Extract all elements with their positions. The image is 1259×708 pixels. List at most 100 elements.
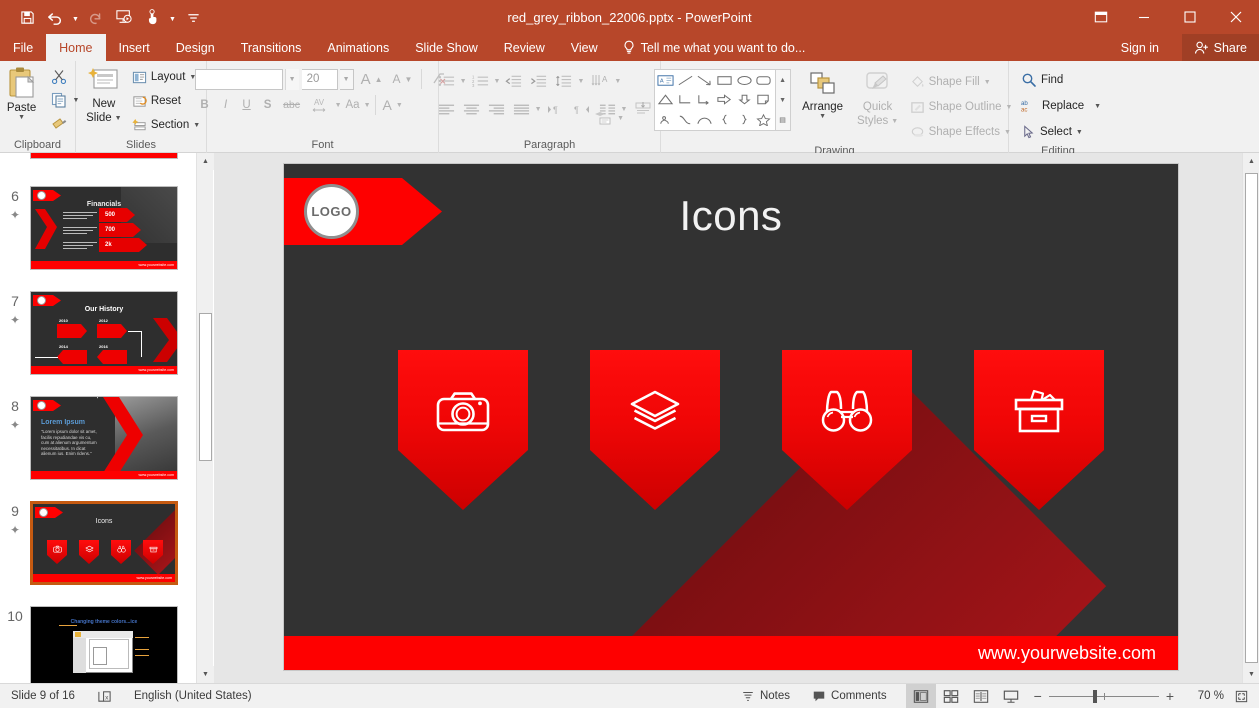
thumbnail-item-10[interactable]: 10 Changing theme colors...ice [0, 606, 196, 683]
strikethrough-button[interactable]: abc [279, 94, 305, 116]
canvas-scroll-down-icon[interactable]: ▼ [1243, 666, 1259, 683]
shapes-scroll-up-icon[interactable]: ▲ [776, 70, 790, 90]
shape-elbow-arrow-icon[interactable] [695, 90, 715, 109]
zoom-knob[interactable] [1093, 690, 1097, 703]
undo-icon[interactable] [42, 4, 68, 30]
shape-oval-icon[interactable] [734, 71, 754, 90]
change-case-button[interactable]: Aa [343, 94, 363, 116]
tab-design[interactable]: Design [163, 34, 228, 61]
shape-effects-button[interactable]: Shape Effects ▼ [907, 121, 1016, 143]
shape-fill-button[interactable]: Shape Fill ▼ [907, 71, 1016, 93]
text-shadow-button[interactable]: S [258, 94, 278, 116]
quick-styles-button[interactable]: Quick Styles ▼ [855, 69, 901, 127]
shape-arrow-icon[interactable] [695, 71, 715, 90]
canvas-vertical-scrollbar[interactable]: ▲ ▼ [1242, 153, 1259, 683]
shape-fill-dropdown-icon[interactable]: ▼ [984, 79, 991, 86]
font-name-dropdown-icon[interactable]: ▼ [285, 69, 299, 90]
icon-pennant-camera[interactable] [398, 350, 528, 510]
shape-curve-icon[interactable] [675, 110, 695, 129]
smartart-dropdown-icon[interactable]: ▼ [617, 115, 624, 122]
thumbnail-item-8[interactable]: 8 ✦ Lorem Ipsum "Lorem ipsum dolor sit a… [0, 396, 196, 480]
new-slide-button[interactable]: New Slide ▼ [79, 64, 129, 124]
reset-button[interactable]: Reset [129, 90, 203, 112]
touch-mode-icon[interactable] [139, 4, 165, 30]
thumbnail-item-6[interactable]: 6 ✦ Financials 500 700 2k www.yourwebsit… [0, 186, 196, 270]
line-spacing-button[interactable] [552, 70, 575, 92]
slide-sorter-view-button[interactable] [936, 684, 966, 708]
center-button[interactable] [460, 98, 483, 120]
sign-in-button[interactable]: Sign in [1113, 34, 1167, 61]
ltr-button[interactable]: ¶ [544, 98, 568, 120]
new-slide-dropdown-icon[interactable]: ▼ [115, 115, 122, 122]
select-button[interactable]: Select ▼ [1018, 121, 1086, 143]
character-spacing-button[interactable]: AV [306, 94, 334, 116]
thumbnail-scroll-thumb[interactable] [199, 313, 212, 461]
redo-icon[interactable] [83, 4, 109, 30]
zoom-percentage[interactable]: 70 % [1182, 690, 1224, 702]
section-button[interactable]: Section ▼ [129, 114, 203, 136]
shape-right-arrow-icon[interactable] [715, 90, 735, 109]
font-name-input[interactable] [195, 69, 283, 90]
slide-editing-surface[interactable]: LOGO Icons [284, 164, 1178, 670]
icon-pennant-layers[interactable] [590, 350, 720, 510]
replace-button[interactable]: abac Replace ▼ [1018, 95, 1104, 117]
shapes-gallery[interactable]: A [654, 69, 776, 131]
tab-view[interactable]: View [558, 34, 611, 61]
tell-me-search[interactable]: Tell me what you want to do... [611, 34, 818, 61]
shape-textbox-icon[interactable]: A [656, 71, 676, 90]
layout-button[interactable]: Layout ▼ [129, 66, 203, 88]
notes-button[interactable]: Notes [730, 684, 801, 708]
slide-show-view-button[interactable] [996, 684, 1026, 708]
start-presentation-icon[interactable] [111, 4, 137, 30]
shape-rectangle-icon[interactable] [715, 71, 735, 90]
normal-view-button[interactable] [906, 684, 936, 708]
icon-pennant-archive-box[interactable] [974, 350, 1104, 510]
maximize-icon[interactable] [1167, 0, 1213, 34]
find-button[interactable]: Find [1018, 69, 1066, 91]
zoom-out-button[interactable]: − [1034, 688, 1042, 704]
shape-outline-button[interactable]: Shape Outline ▼ [907, 96, 1016, 118]
zoom-track[interactable] [1049, 696, 1159, 697]
format-painter-button[interactable] [48, 112, 80, 134]
share-button[interactable]: Share [1182, 34, 1259, 61]
thumbnail-scroll-up-icon[interactable]: ▲ [197, 153, 214, 170]
tab-transitions[interactable]: Transitions [228, 34, 315, 61]
arrange-button[interactable]: Arrange ▼ [797, 69, 849, 120]
slide-title[interactable]: Icons [284, 192, 1178, 240]
thumbnail-item-9[interactable]: 9 ✦ Icons www.yourwebsite.com [0, 501, 196, 585]
shape-folded-corner-icon[interactable] [754, 90, 774, 109]
convert-to-smartart-button[interactable] [591, 107, 615, 129]
zoom-in-button[interactable]: + [1166, 688, 1174, 704]
thumbnail-pane-scrollbar[interactable]: ▲ ▼ [196, 153, 213, 683]
thumbnail-item-5[interactable]: 5 [0, 153, 196, 159]
canvas-scroll-thumb[interactable] [1245, 173, 1258, 663]
reading-view-button[interactable] [966, 684, 996, 708]
change-case-dropdown-icon[interactable]: ▼ [364, 102, 371, 109]
tab-file[interactable]: File [0, 34, 46, 61]
undo-dropdown-icon[interactable]: ▼ [70, 4, 81, 30]
arrange-dropdown-icon[interactable]: ▼ [819, 113, 826, 120]
shape-arc-icon[interactable] [695, 110, 715, 129]
increase-indent-button[interactable] [527, 70, 550, 92]
quick-styles-dropdown-icon[interactable]: ▼ [891, 118, 898, 125]
shape-down-arrow-icon[interactable] [734, 90, 754, 109]
align-left-button[interactable] [435, 98, 458, 120]
align-right-button[interactable] [485, 98, 508, 120]
slide-indicator[interactable]: Slide 9 of 16 [0, 684, 86, 708]
decrease-indent-button[interactable] [502, 70, 525, 92]
select-dropdown-icon[interactable]: ▼ [1076, 129, 1083, 136]
text-direction-button[interactable]: A [588, 70, 612, 92]
decrease-font-size-button[interactable]: A▼ [390, 68, 416, 90]
numbering-button[interactable]: 123 [469, 70, 492, 92]
save-icon[interactable] [14, 4, 40, 30]
shapes-more-icon[interactable]: ▤ [776, 110, 790, 130]
paste-button[interactable]: Paste ▼ [0, 64, 48, 121]
line-spacing-dropdown-icon[interactable]: ▼ [577, 78, 584, 85]
comments-button[interactable]: Comments [801, 684, 898, 708]
shape-rounded-rect-icon[interactable] [754, 71, 774, 90]
shape-right-brace-icon[interactable] [734, 110, 754, 129]
fit-to-window-button[interactable] [1224, 684, 1259, 708]
shape-triangle-icon[interactable] [656, 90, 676, 109]
tab-slide-show[interactable]: Slide Show [402, 34, 491, 61]
language-indicator[interactable]: English (United States) [123, 684, 263, 708]
